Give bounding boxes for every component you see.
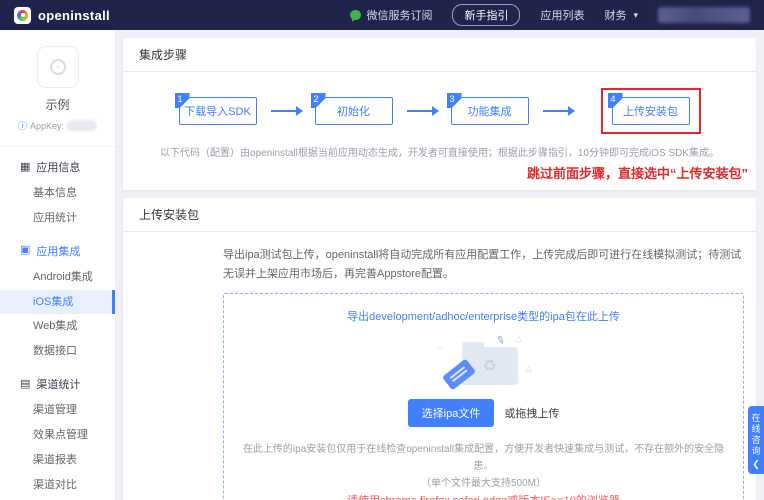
step-download-sdk[interactable]: 1 下载导入SDK [179,97,257,125]
wechat-subscribe-link[interactable]: 微信服务订阅 [350,7,432,23]
finance-menu[interactable]: 财务 ▾ [604,7,638,23]
wechat-icon [350,10,361,20]
section-title: 应用信息 [36,159,80,175]
sidebar-item-channel-report[interactable]: 渠道报表 [0,448,115,473]
dropzone-desc-line2: （单个文件最大支持500M） [234,475,733,492]
appkey-redacted-value [67,120,97,131]
arrow-right-icon [407,110,437,112]
integration-icon: ▣ [20,245,30,256]
step-label: 功能集成 [468,103,512,119]
sidebar-item-basic-info[interactable]: 基本信息 [0,181,115,206]
upload-illustration: ✎ △ △ ○ ♻ [444,338,524,385]
app-list-link[interactable]: 应用列表 [540,7,584,23]
steps-row: 1 下载导入SDK 2 初始化 3 功能集成 4 上传安装包 [123,72,756,136]
upload-card-title: 上传安装包 [123,198,756,232]
sidebar-section-app-info[interactable]: ▦ 应用信息 [0,153,115,181]
sidebar-item-effect-points[interactable]: 效果点管理 [0,423,115,448]
app-avatar[interactable] [37,46,79,88]
section-title: 渠道统计 [36,376,80,392]
section-title: 应用集成 [36,243,80,259]
upload-package-card: 上传安装包 导出ipa测试包上传，openinstall将自动完成所有应用配置工… [123,198,756,500]
sidebar-section-channel-stats[interactable]: ▤ 渠道统计 [0,370,115,398]
step-label: 初始化 [337,103,370,119]
step-number-badge: 2 [311,93,326,108]
step-label: 下载导入SDK [184,103,251,119]
choose-ipa-file-button[interactable]: 选择ipa文件 [408,399,495,427]
circle-icon: ○ [438,344,443,353]
app-block: 示例 ⓘ AppKey: [0,30,115,142]
appkey-label: AppKey: [30,121,64,131]
brand[interactable]: openinstall [14,7,110,24]
info-icon: ⓘ [18,119,27,132]
step-upload-package[interactable]: 4 上传安装包 [612,97,690,125]
side-tab-label: 在线咨询 [750,413,763,457]
user-account-menu[interactable] [658,7,750,23]
sidebar-item-channel-compare[interactable]: 渠道对比 [0,473,115,498]
pencil-icon: ✎ [494,333,507,348]
openinstall-logo-icon [14,7,31,24]
chevron-left-icon: ❮ [752,460,760,469]
steps-card-title: 集成步骤 [123,38,756,72]
browser-warning-text: 请使用chrome,firefox,safari,edge或版本IE>=10的浏… [347,492,620,500]
divider [0,146,115,147]
app-name: 示例 [0,96,115,113]
online-service-tab[interactable]: 在线咨询 ❮ [748,406,764,474]
sidebar-item-ios[interactable]: iOS集成 [0,290,115,315]
sidebar-item-android[interactable]: Android集成 [0,265,115,290]
integration-steps-card: 集成步骤 1 下载导入SDK 2 初始化 3 功能集成 [123,38,756,190]
top-navbar: openinstall 微信服务订阅 新手指引 应用列表 财务 ▾ [0,0,764,30]
upload-intro-text: 导出ipa测试包上传，openinstall将自动完成所有应用配置工作，上传完成… [223,246,744,283]
dropzone-heading: 导出development/adhoc/enterprise类型的ipa包在此上… [347,308,620,324]
red-annotation-text: 跳过前面步骤，直接选中“上传安装包” [123,161,756,190]
step-label: 上传安装包 [623,103,678,119]
arrow-right-icon [543,110,573,112]
sidebar-item-channel-manage[interactable]: 渠道管理 [0,398,115,423]
sidebar-item-app-stats[interactable]: 应用统计 [0,206,115,231]
sidebar: 示例 ⓘ AppKey: ▦ 应用信息 基本信息 应用统计 ▣ 应用集成 And… [0,30,115,500]
grid-icon: ▦ [20,162,30,173]
caret-down-icon: ▾ [633,10,638,21]
triangle-icon: △ [525,364,531,373]
wechat-label: 微信服务订阅 [366,7,432,23]
step-number-badge: 4 [608,93,623,108]
finance-label: 财务 [604,7,626,23]
placeholder-icon [50,59,66,75]
channel-icon: ▤ [20,379,30,390]
step-feature-integration[interactable]: 3 功能集成 [451,97,529,125]
step-number-badge: 3 [447,93,462,108]
arrow-right-icon [271,110,301,112]
ipa-dropzone[interactable]: 导出development/adhoc/enterprise类型的ipa包在此上… [223,293,744,500]
triangle-icon: △ [515,334,521,343]
red-highlight-box: 4 上传安装包 [601,88,701,134]
step-init[interactable]: 2 初始化 [315,97,393,125]
beginner-guide-button[interactable]: 新手指引 [452,4,520,26]
drag-upload-label: 或拖拽上传 [504,405,559,421]
sidebar-item-web[interactable]: Web集成 [0,314,115,339]
dropzone-desc-line1: 在此上传的ipa安装包仅用于在线检查openinstall集成配置，方便开发者快… [234,441,733,475]
brand-name: openinstall [38,8,110,23]
dropzone-description: 在此上传的ipa安装包仅用于在线检查openinstall集成配置，方便开发者快… [234,441,733,492]
sidebar-section-app-integration[interactable]: ▣ 应用集成 [0,237,115,265]
recycle-icon: ♻ [482,356,496,376]
sidebar-item-data-api[interactable]: 数据接口 [0,339,115,364]
main-content: 集成步骤 1 下载导入SDK 2 初始化 3 功能集成 [115,30,764,500]
steps-note: 以下代码（配置）由openinstall根据当前应用动态生成，开发者可直接使用；… [123,136,756,161]
